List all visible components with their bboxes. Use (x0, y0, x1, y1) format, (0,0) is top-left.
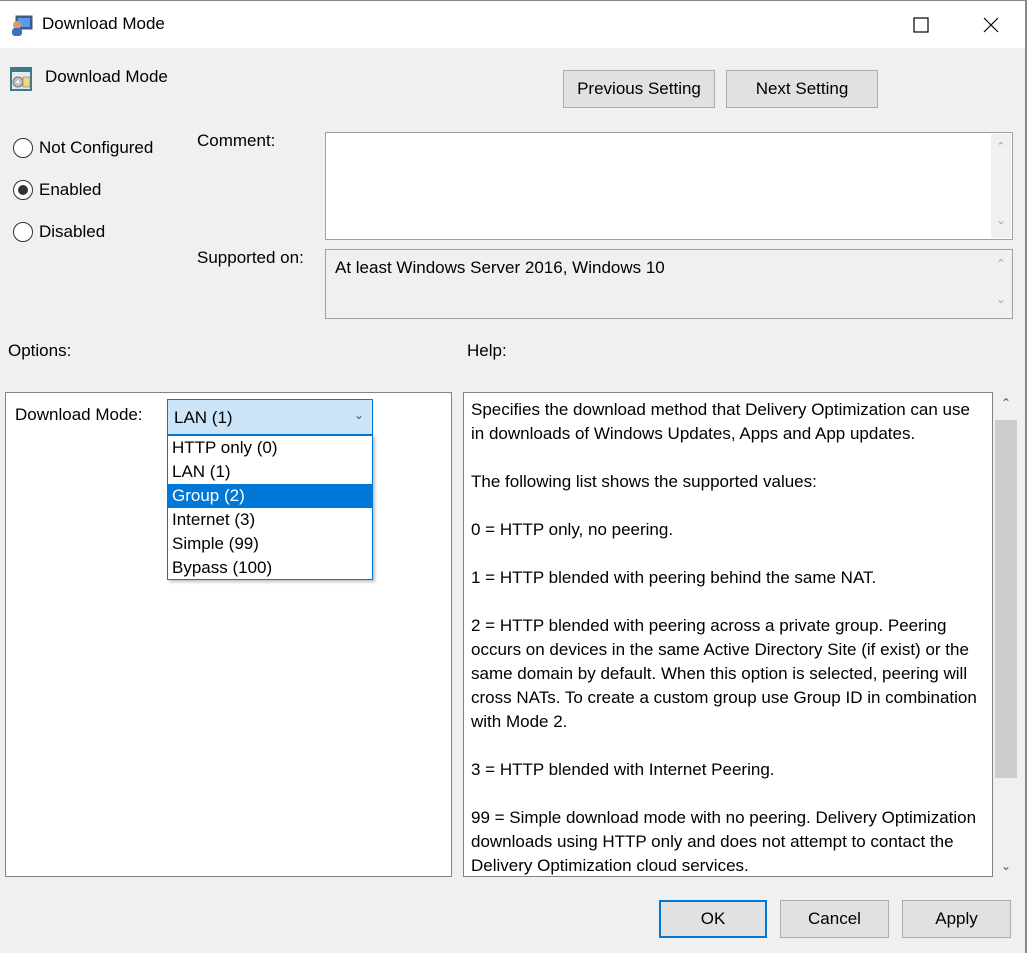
radio-disabled[interactable]: Disabled (13, 222, 105, 242)
scroll-up-icon[interactable]: ⌃ (994, 396, 1018, 410)
scroll-down-icon[interactable]: ⌄ (994, 859, 1018, 873)
supported-on-label: Supported on: (197, 248, 304, 267)
options-pane: Download Mode: LAN (1) ⌄ HTTP only (0) L… (5, 392, 452, 877)
maximize-icon (913, 17, 929, 33)
radio-label: Not Configured (39, 138, 154, 157)
comment-textarea[interactable]: ⌃ ⌄ (325, 132, 1013, 240)
supported-on-field: At least Windows Server 2016, Windows 10… (325, 249, 1013, 319)
dropdown-option-bypass[interactable]: Bypass (100) (168, 556, 372, 580)
previous-setting-button[interactable]: Previous Setting (563, 70, 715, 108)
radio-selected-dot (18, 185, 28, 195)
close-icon (983, 17, 999, 33)
chevron-down-icon[interactable]: ⌄ (354, 408, 364, 422)
help-pane: Specifies the download method that Deliv… (463, 392, 993, 877)
download-mode-dropdown-list: HTTP only (0) LAN (1) Group (2) Internet… (167, 435, 373, 580)
radio-circle[interactable] (13, 138, 33, 158)
download-mode-label: Download Mode: (15, 405, 143, 424)
apply-button[interactable]: Apply (902, 900, 1011, 938)
download-mode-combobox[interactable]: LAN (1) ⌄ (167, 399, 373, 435)
supported-on-value: At least Windows Server 2016, Windows 10 (335, 258, 665, 277)
ok-button[interactable]: OK (659, 900, 767, 938)
help-text: Specifies the download method that Deliv… (471, 400, 977, 875)
scroll-down-icon[interactable]: ⌄ (991, 293, 1011, 313)
scroll-up-icon[interactable]: ⌃ (991, 257, 1011, 277)
group-policy-app-icon (12, 15, 33, 36)
radio-label: Disabled (39, 222, 106, 241)
radio-label: Enabled (39, 180, 102, 199)
dropdown-option-group[interactable]: Group (2) (168, 484, 372, 508)
supported-scrollbar[interactable]: ⌃ ⌄ (991, 251, 1011, 317)
comment-scrollbar[interactable]: ⌃ ⌄ (991, 134, 1011, 238)
comment-label: Comment: (197, 131, 276, 150)
radio-circle[interactable] (13, 180, 33, 200)
radio-not-configured[interactable]: Not Configured (13, 138, 153, 158)
options-label: Options: (8, 341, 72, 360)
window-title: Download Mode (42, 14, 165, 33)
dropdown-option-simple[interactable]: Simple (99) (168, 532, 372, 556)
radio-circle[interactable] (13, 222, 33, 242)
next-setting-button[interactable]: Next Setting (726, 70, 878, 108)
combobox-value: LAN (1) (174, 408, 233, 427)
title-bar: Download Mode (0, 0, 1027, 48)
close-button[interactable] (962, 1, 1020, 49)
scrollbar-thumb[interactable] (995, 420, 1017, 778)
help-label: Help: (467, 341, 507, 360)
dropdown-option-http-only[interactable]: HTTP only (0) (168, 436, 372, 460)
scroll-up-icon[interactable]: ⌃ (991, 140, 1011, 160)
radio-enabled[interactable]: Enabled (13, 180, 101, 200)
scroll-down-icon[interactable]: ⌄ (991, 214, 1011, 234)
cancel-button[interactable]: Cancel (780, 900, 889, 938)
dropdown-option-lan[interactable]: LAN (1) (168, 460, 372, 484)
policy-setting-icon (10, 67, 32, 91)
setting-name: Download Mode (45, 67, 168, 86)
maximize-button[interactable] (892, 1, 950, 49)
dropdown-option-internet[interactable]: Internet (3) (168, 508, 372, 532)
help-scrollbar[interactable]: ⌃ ⌄ (994, 392, 1018, 877)
